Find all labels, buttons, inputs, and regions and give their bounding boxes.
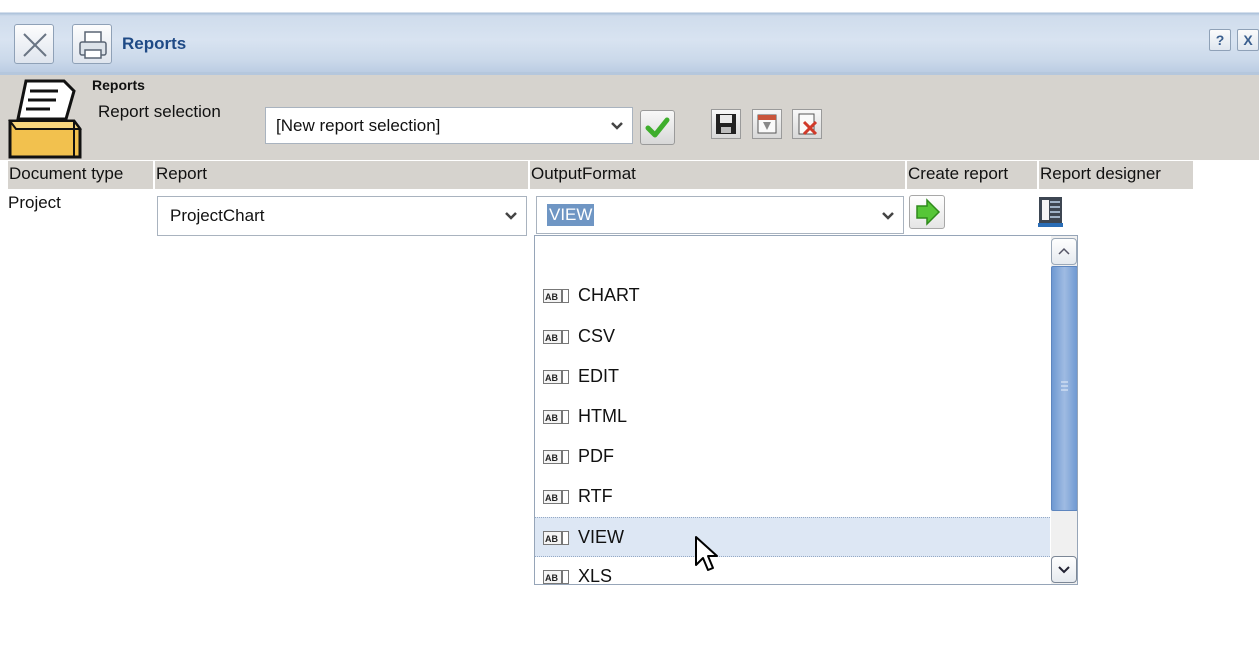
close-window-button[interactable] [14, 24, 54, 64]
dropdown-option-label: CSV [578, 326, 616, 346]
close-icon [23, 33, 47, 57]
svg-text:AB: AB [545, 373, 558, 383]
report-selection-combobox[interactable]: [New report selection] [265, 107, 633, 144]
text-field-icon: AB [543, 570, 569, 584]
document-type-value: Project [8, 193, 61, 212]
dropdown-option-label: VIEW [578, 527, 625, 547]
dropdown-option-pdf[interactable]: AB PDF [535, 437, 1050, 477]
output-format-value[interactable]: VIEW [547, 204, 595, 226]
output-format-dropdown: AB CHART AB CSV AB EDIT AB HTML AB PDF AB RTF AB VIEW… [534, 235, 1078, 585]
svg-text:AB: AB [545, 292, 558, 302]
column-header-report: Report [155, 161, 528, 189]
report-selection-label: Report selection [98, 102, 221, 121]
scroll-up-button[interactable] [1051, 238, 1077, 265]
scroll-down-button[interactable] [1051, 556, 1077, 583]
dropdown-option-label: XLS [578, 566, 613, 585]
panel-title: Reports [92, 77, 145, 93]
text-field-icon: AB [543, 410, 569, 424]
svg-text:AB: AB [545, 534, 558, 544]
delete-document-icon [798, 113, 818, 136]
svg-text:AB: AB [545, 573, 558, 583]
text-field-icon: AB [543, 289, 569, 303]
dropdown-option-label: RTF [578, 486, 613, 506]
report-selection-value: [New report selection] [276, 116, 441, 135]
printer-icon [79, 31, 107, 59]
svg-text:AB: AB [545, 453, 558, 463]
dropdown-option-label: HTML [578, 406, 627, 426]
chevron-up-icon [1058, 247, 1070, 255]
chevron-down-icon[interactable] [602, 108, 632, 143]
close-panel-button[interactable]: X [1237, 29, 1259, 51]
chevron-down-icon[interactable] [873, 197, 903, 233]
dropdown-option-view[interactable]: AB VIEW [535, 517, 1050, 557]
column-header-create-report: Create report [907, 161, 1037, 189]
chevron-down-icon[interactable] [496, 197, 526, 235]
dropdown-option-edit[interactable]: AB EDIT [535, 357, 1050, 397]
dropdown-option-rtf[interactable]: AB RTF [535, 477, 1050, 517]
save-selection-button[interactable] [711, 109, 741, 139]
column-header-document-type: Document type [8, 161, 153, 189]
chevron-down-icon [1058, 566, 1070, 574]
dropdown-option-csv[interactable]: AB CSV [535, 317, 1050, 357]
text-field-icon: AB [543, 531, 569, 545]
svg-text:AB: AB [545, 413, 558, 423]
dropdown-option-label: EDIT [578, 366, 620, 386]
text-field-icon: AB [543, 330, 569, 344]
checkmark-icon [645, 117, 670, 138]
delete-selection-button[interactable] [792, 109, 822, 139]
create-report-button[interactable] [909, 195, 945, 229]
column-header-output-format: OutputFormat [530, 161, 905, 189]
report-designer-icon[interactable] [1038, 195, 1063, 228]
report-printer-icon [8, 79, 82, 159]
print-button[interactable] [72, 24, 112, 64]
window-titlebar [0, 0, 1259, 75]
dropdown-option-html[interactable]: AB HTML [535, 397, 1050, 437]
edit-selection-button[interactable] [752, 109, 782, 139]
text-field-icon: AB [543, 490, 569, 504]
dropdown-option-empty[interactable] [535, 236, 1050, 276]
text-field-icon: AB [543, 450, 569, 464]
column-header-row: Document type Report OutputFormat Create… [0, 161, 1259, 189]
svg-text:AB: AB [545, 493, 558, 503]
scrollbar-thumb[interactable] [1051, 266, 1077, 511]
dropdown-option-label: CHART [578, 285, 640, 305]
arrow-right-icon [916, 198, 941, 226]
output-format-combobox[interactable]: VIEW [536, 196, 904, 234]
dropdown-option-xls[interactable]: AB XLS [535, 557, 1050, 585]
svg-text:AB: AB [545, 333, 558, 343]
confirm-selection-button[interactable] [640, 110, 675, 145]
report-combobox[interactable]: ProjectChart [157, 196, 527, 236]
mouse-cursor-icon [695, 536, 718, 571]
edit-document-icon [757, 114, 777, 134]
dropdown-option-chart[interactable]: AB CHART [535, 276, 1050, 316]
help-button[interactable]: ? [1209, 29, 1231, 51]
text-field-icon: AB [543, 370, 569, 384]
floppy-disk-icon [716, 114, 736, 134]
grip-icon [1061, 381, 1068, 391]
report-value: ProjectChart [170, 206, 265, 225]
column-header-report-designer: Report designer [1039, 161, 1193, 189]
window-title: Reports [122, 34, 187, 53]
dropdown-option-label: PDF [578, 446, 614, 466]
